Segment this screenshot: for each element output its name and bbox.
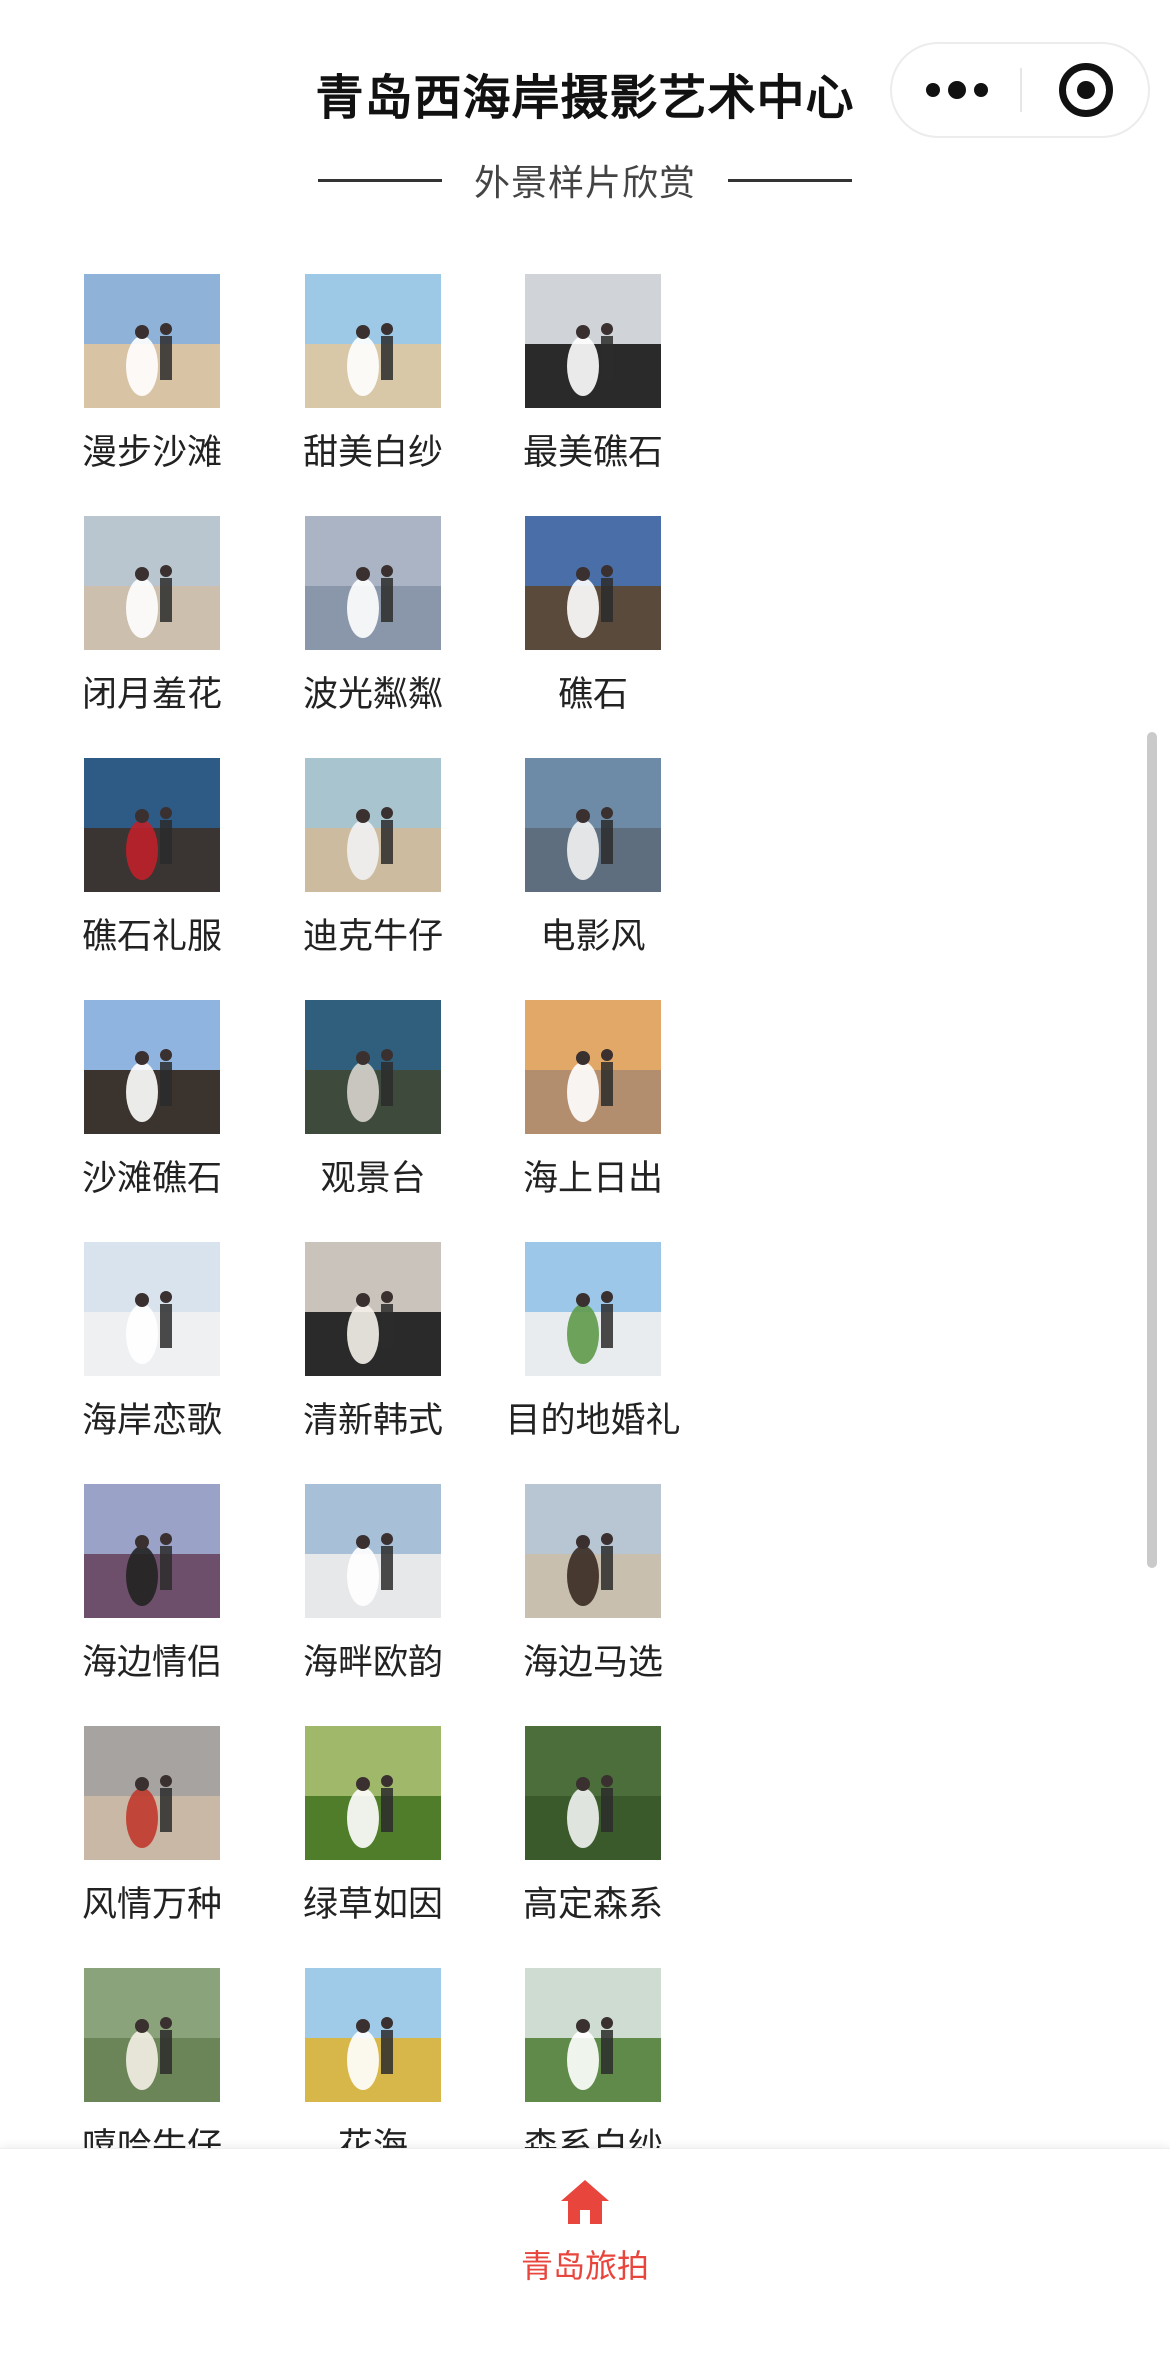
sample-photo-thumbnail[interactable]	[525, 1484, 661, 1618]
sample-photo-thumbnail[interactable]	[84, 1242, 220, 1376]
gallery-item-label: 森系白纱	[522, 2127, 663, 2148]
gallery-item[interactable]: 高定森系	[425, 1724, 755, 1925]
sample-photo-thumbnail[interactable]	[84, 1484, 220, 1618]
gallery-item-label: 礁石	[557, 675, 628, 715]
sample-photo-thumbnail[interactable]	[525, 1242, 661, 1376]
sample-photo-thumbnail[interactable]	[305, 1000, 441, 1134]
gallery-item[interactable]: 海边马选	[425, 1482, 755, 1683]
sample-photo-thumbnail[interactable]	[305, 1242, 441, 1376]
more-dots-icon[interactable]	[892, 44, 1022, 136]
gallery-item[interactable]: 最美礁石	[425, 272, 755, 473]
sample-photo-thumbnail[interactable]	[305, 274, 441, 408]
gallery-item-label: 最美礁石	[522, 433, 663, 473]
sample-photo-thumbnail[interactable]	[84, 516, 220, 650]
sample-photo-thumbnail[interactable]	[305, 758, 441, 892]
sample-photo-thumbnail[interactable]	[525, 1000, 661, 1134]
sample-photo-thumbnail[interactable]	[525, 516, 661, 650]
gallery-item-label: 高定森系	[522, 1885, 663, 1925]
gallery-item-label: 海边马选	[522, 1643, 663, 1683]
gallery-item[interactable]: 森系白纱	[425, 1966, 755, 2148]
gallery-item[interactable]: 海上日出	[425, 998, 755, 1199]
sample-photo-thumbnail[interactable]	[525, 274, 661, 408]
gallery-item-label: 电影风	[540, 917, 646, 957]
section-heading: 外景样片欣赏	[0, 150, 1170, 210]
sample-gallery: 漫步沙滩 甜美白纱 最美礁石 闭月羞花 波光粼粼 礁石 礁石礼服 迪克牛仔 电影风 沙滩礁石 观景台…	[0, 272, 1170, 2148]
sample-photo-thumbnail[interactable]	[525, 1968, 661, 2102]
sample-photo-thumbnail[interactable]	[305, 1968, 441, 2102]
sample-photo-thumbnail[interactable]	[525, 1726, 661, 1860]
tab-home-label: 青岛旅拍	[520, 2247, 649, 2285]
target-close-icon[interactable]	[1022, 44, 1150, 136]
mini-program-capsule	[890, 42, 1150, 138]
sample-photo-thumbnail[interactable]	[305, 516, 441, 650]
sample-photo-thumbnail[interactable]	[305, 1726, 441, 1860]
section-subtitle: 外景样片欣赏	[473, 163, 696, 204]
heading-line-right	[728, 178, 852, 182]
scrollbar[interactable]	[1147, 732, 1157, 1568]
sample-photo-thumbnail[interactable]	[525, 758, 661, 892]
gallery-item-label: 海上日出	[522, 1159, 663, 1199]
sample-photo-thumbnail[interactable]	[305, 1484, 441, 1618]
gallery-item[interactable]: 目的地婚礼	[425, 1240, 755, 1441]
gallery-item[interactable]: 电影风	[425, 756, 755, 957]
tab-home[interactable]: 青岛旅拍	[485, 2177, 685, 2287]
sample-photo-thumbnail[interactable]	[84, 1726, 220, 1860]
sample-photo-thumbnail[interactable]	[84, 1968, 220, 2102]
top-bar: 青岛西海岸摄影艺术中心	[0, 0, 1170, 150]
tab-bar: 青岛旅拍	[0, 2148, 1170, 2354]
gallery-item-label: 目的地婚礼	[505, 1401, 681, 1441]
heading-line-left	[317, 178, 442, 182]
sample-photo-thumbnail[interactable]	[84, 758, 220, 892]
sample-photo-thumbnail[interactable]	[84, 274, 220, 408]
home-icon	[561, 2180, 609, 2224]
sample-photo-thumbnail[interactable]	[84, 1000, 220, 1134]
gallery-item[interactable]: 礁石	[425, 514, 755, 715]
